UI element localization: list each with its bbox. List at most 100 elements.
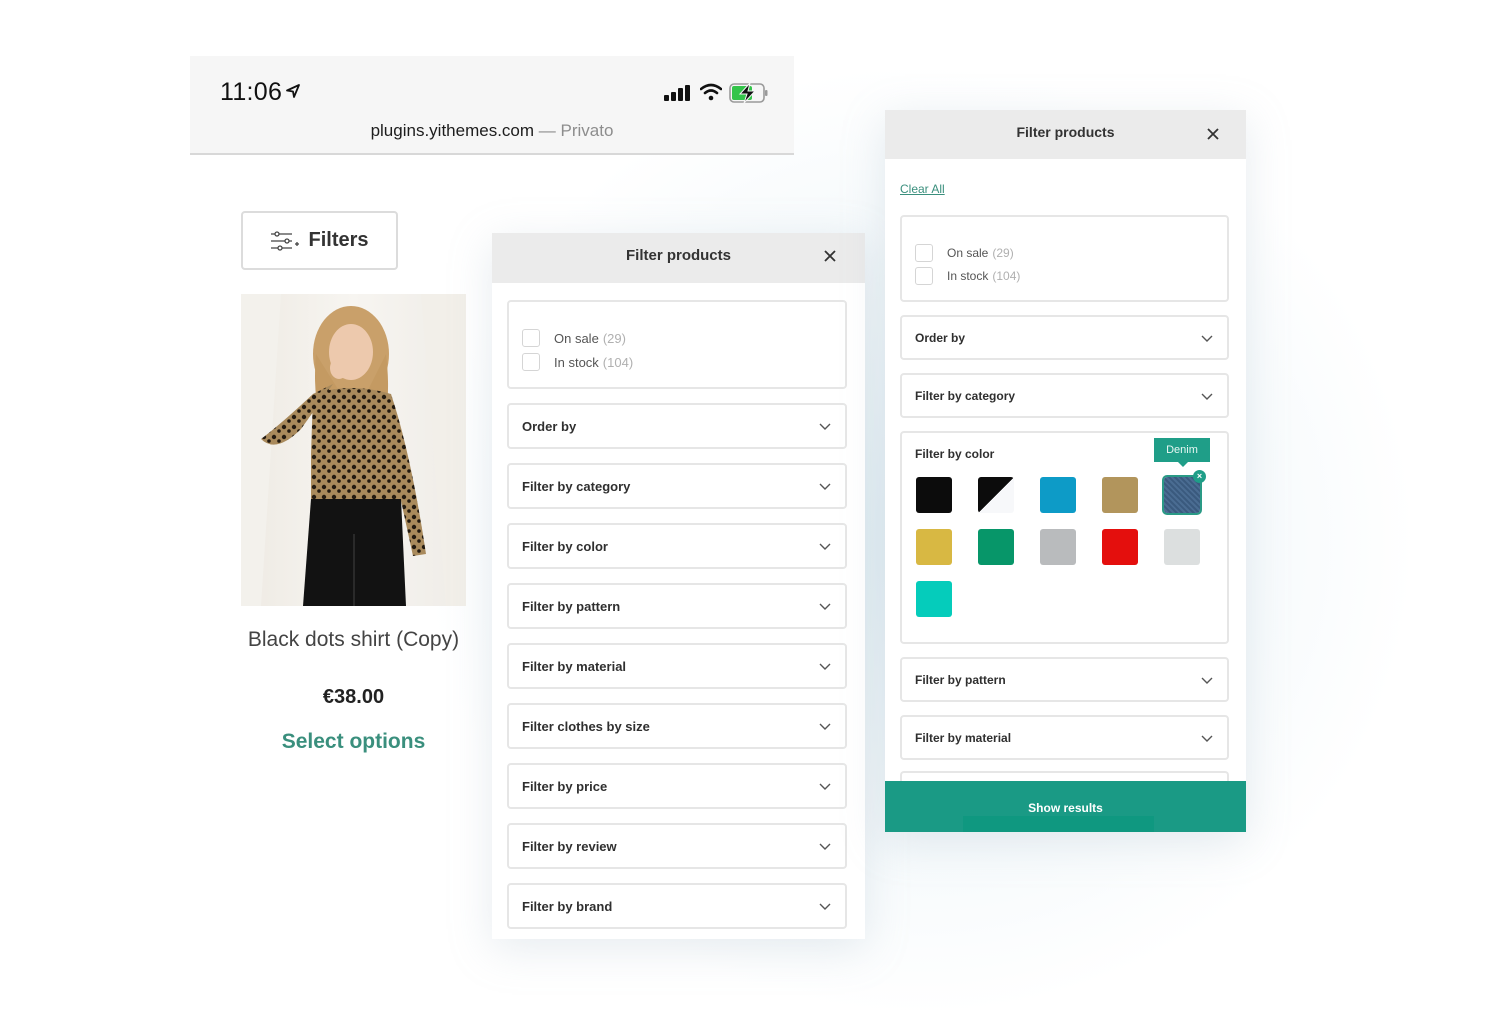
show-results-button[interactable]: Show results — [885, 781, 1246, 832]
filter-accordion[interactable]: Filter by review — [507, 823, 847, 869]
filter-accordion[interactable]: Filter by pattern — [507, 583, 847, 629]
color-swatch-grey[interactable] — [1040, 529, 1076, 565]
filter-accordion[interactable]: Filter by brand — [507, 883, 847, 929]
panel-header: Filter products — [492, 233, 865, 283]
close-icon[interactable] — [824, 250, 836, 262]
color-swatch-red[interactable] — [1102, 529, 1138, 565]
product-price: €38.00 — [322, 686, 385, 708]
accordion-label: Filter by color — [522, 539, 608, 554]
checkbox[interactable] — [915, 267, 933, 285]
checkbox[interactable] — [522, 353, 540, 371]
accordion-label: Filter by price — [522, 779, 608, 794]
location-arrow-icon — [286, 84, 300, 98]
checkbox-in-stock[interactable]: In stock (104) — [915, 267, 1020, 285]
signal-icon — [664, 85, 690, 101]
availability-box: On sale (29) In stock (104) — [900, 215, 1229, 302]
color-filter-title: Filter by color — [915, 447, 995, 461]
filter-accordion[interactable]: Filter by material — [900, 715, 1229, 760]
accordion-label: Filter by material — [522, 659, 627, 674]
availability-box: On sale (29) In stock (104) — [507, 300, 847, 389]
checkbox-on-sale[interactable]: On sale (29) — [522, 329, 626, 347]
filter-accordion[interactable]: Order by — [507, 403, 847, 449]
chevron-down-icon — [819, 603, 831, 610]
count: (104) — [992, 269, 1021, 283]
accordion-label: Filter by category — [915, 389, 1016, 403]
filter-panel-expanded: Filter products Clear All On sale (29) In… — [885, 110, 1246, 832]
count: (29) — [602, 330, 626, 346]
button-highlight — [963, 816, 1154, 832]
color-swatch-black-white[interactable] — [978, 477, 1014, 513]
checkbox-label: On sale (29) — [554, 330, 626, 346]
filter-accordion[interactable]: Filter by price — [507, 763, 847, 809]
accordion-label: Filter by pattern — [522, 599, 621, 614]
checkbox-label: On sale (29) — [947, 246, 1014, 260]
accordion-label: Order by — [522, 419, 577, 434]
wifi-icon — [700, 83, 722, 101]
checkbox-in-stock[interactable]: In stock (104) — [522, 353, 633, 371]
color-swatch-turquoise[interactable] — [916, 581, 952, 617]
clear-all-link[interactable]: Clear All — [900, 182, 945, 196]
panel-title: Filter products — [1016, 124, 1115, 140]
filter-accordion[interactable]: Order by — [900, 315, 1229, 360]
chevron-down-icon — [819, 783, 831, 790]
filters-button-label: Filters — [308, 229, 369, 251]
chevron-down-icon — [819, 483, 831, 490]
sliders-icon — [271, 230, 300, 251]
checkbox[interactable] — [522, 329, 540, 347]
select-options-link[interactable]: Select options — [241, 730, 466, 754]
color-swatch-yellow[interactable] — [916, 529, 952, 565]
filter-accordion[interactable]: Filter clothes by size — [507, 703, 847, 749]
accordion-label: Filter by review — [522, 839, 617, 854]
filter-accordion[interactable]: Filter by color — [507, 523, 847, 569]
accordion-label: Filter by material — [915, 731, 1012, 745]
chevron-down-icon — [1201, 335, 1213, 342]
checkbox-label: In stock (104) — [554, 354, 634, 370]
checkbox-on-sale[interactable]: On sale (29) — [915, 244, 1014, 262]
product-image[interactable] — [241, 294, 466, 606]
filter-accordion[interactable]: Filter by category — [507, 463, 847, 509]
checkbox[interactable] — [915, 244, 933, 262]
panel-header: Filter products — [885, 110, 1246, 159]
color-swatch-beige[interactable] — [1102, 477, 1138, 513]
accordion-label: Filter by category — [522, 479, 631, 494]
chevron-down-icon — [819, 843, 831, 850]
panel-title: Filter products — [625, 247, 731, 264]
accordion-label: Filter by pattern — [915, 673, 1006, 687]
clock: 11:06 — [220, 78, 283, 106]
color-swatch-blue[interactable] — [1040, 477, 1076, 513]
color-swatch-light-grey[interactable] — [1164, 529, 1200, 565]
color-swatch-denim[interactable]: × — [1162, 470, 1206, 515]
chevron-down-icon — [819, 543, 831, 550]
filters-button[interactable]: Filters — [241, 211, 398, 270]
accordion-label: Filter by brand — [522, 899, 613, 914]
filter-accordion[interactable]: Filter by pattern — [900, 657, 1229, 702]
url-separator: — — [534, 121, 561, 140]
chevron-down-icon — [819, 423, 831, 430]
count: (104) — [602, 354, 634, 370]
accordion-label: Filter clothes by size — [522, 719, 650, 734]
product-photo-illustration — [241, 294, 466, 606]
remove-color-icon[interactable]: × — [1193, 470, 1206, 483]
chevron-down-icon — [819, 663, 831, 670]
chevron-down-icon — [1201, 677, 1213, 684]
url-mode: Privato — [560, 121, 614, 140]
checkbox-label: In stock (104) — [947, 269, 1021, 283]
color-swatch-green[interactable] — [978, 529, 1014, 565]
filter-panel-collapsed: Filter products On sale (29) In stock (104… — [492, 233, 865, 939]
product-title[interactable]: Black dots shirt (Copy) — [241, 628, 466, 652]
chevron-down-icon — [1201, 393, 1213, 400]
filter-accordion[interactable]: Filter by material — [507, 643, 847, 689]
address-bar[interactable]: plugins.yithemes.com — Privato — [190, 121, 794, 141]
show-results-label: Show results — [1028, 801, 1103, 815]
browser-status-bar: 11:06 plugins.yithemes.com — Privato — [190, 56, 794, 155]
battery-charging-icon — [729, 82, 768, 104]
chevron-down-icon — [1201, 735, 1213, 742]
color-swatch-black[interactable] — [916, 477, 952, 513]
chevron-down-icon — [819, 723, 831, 730]
chevron-down-icon — [819, 903, 831, 910]
color-filter-box: Filter by color Denim × — [900, 431, 1229, 644]
accordion-label: Order by — [915, 331, 966, 345]
close-icon[interactable] — [1207, 128, 1219, 140]
filter-accordion[interactable]: Filter by category — [900, 373, 1229, 418]
count: (29) — [992, 246, 1014, 260]
